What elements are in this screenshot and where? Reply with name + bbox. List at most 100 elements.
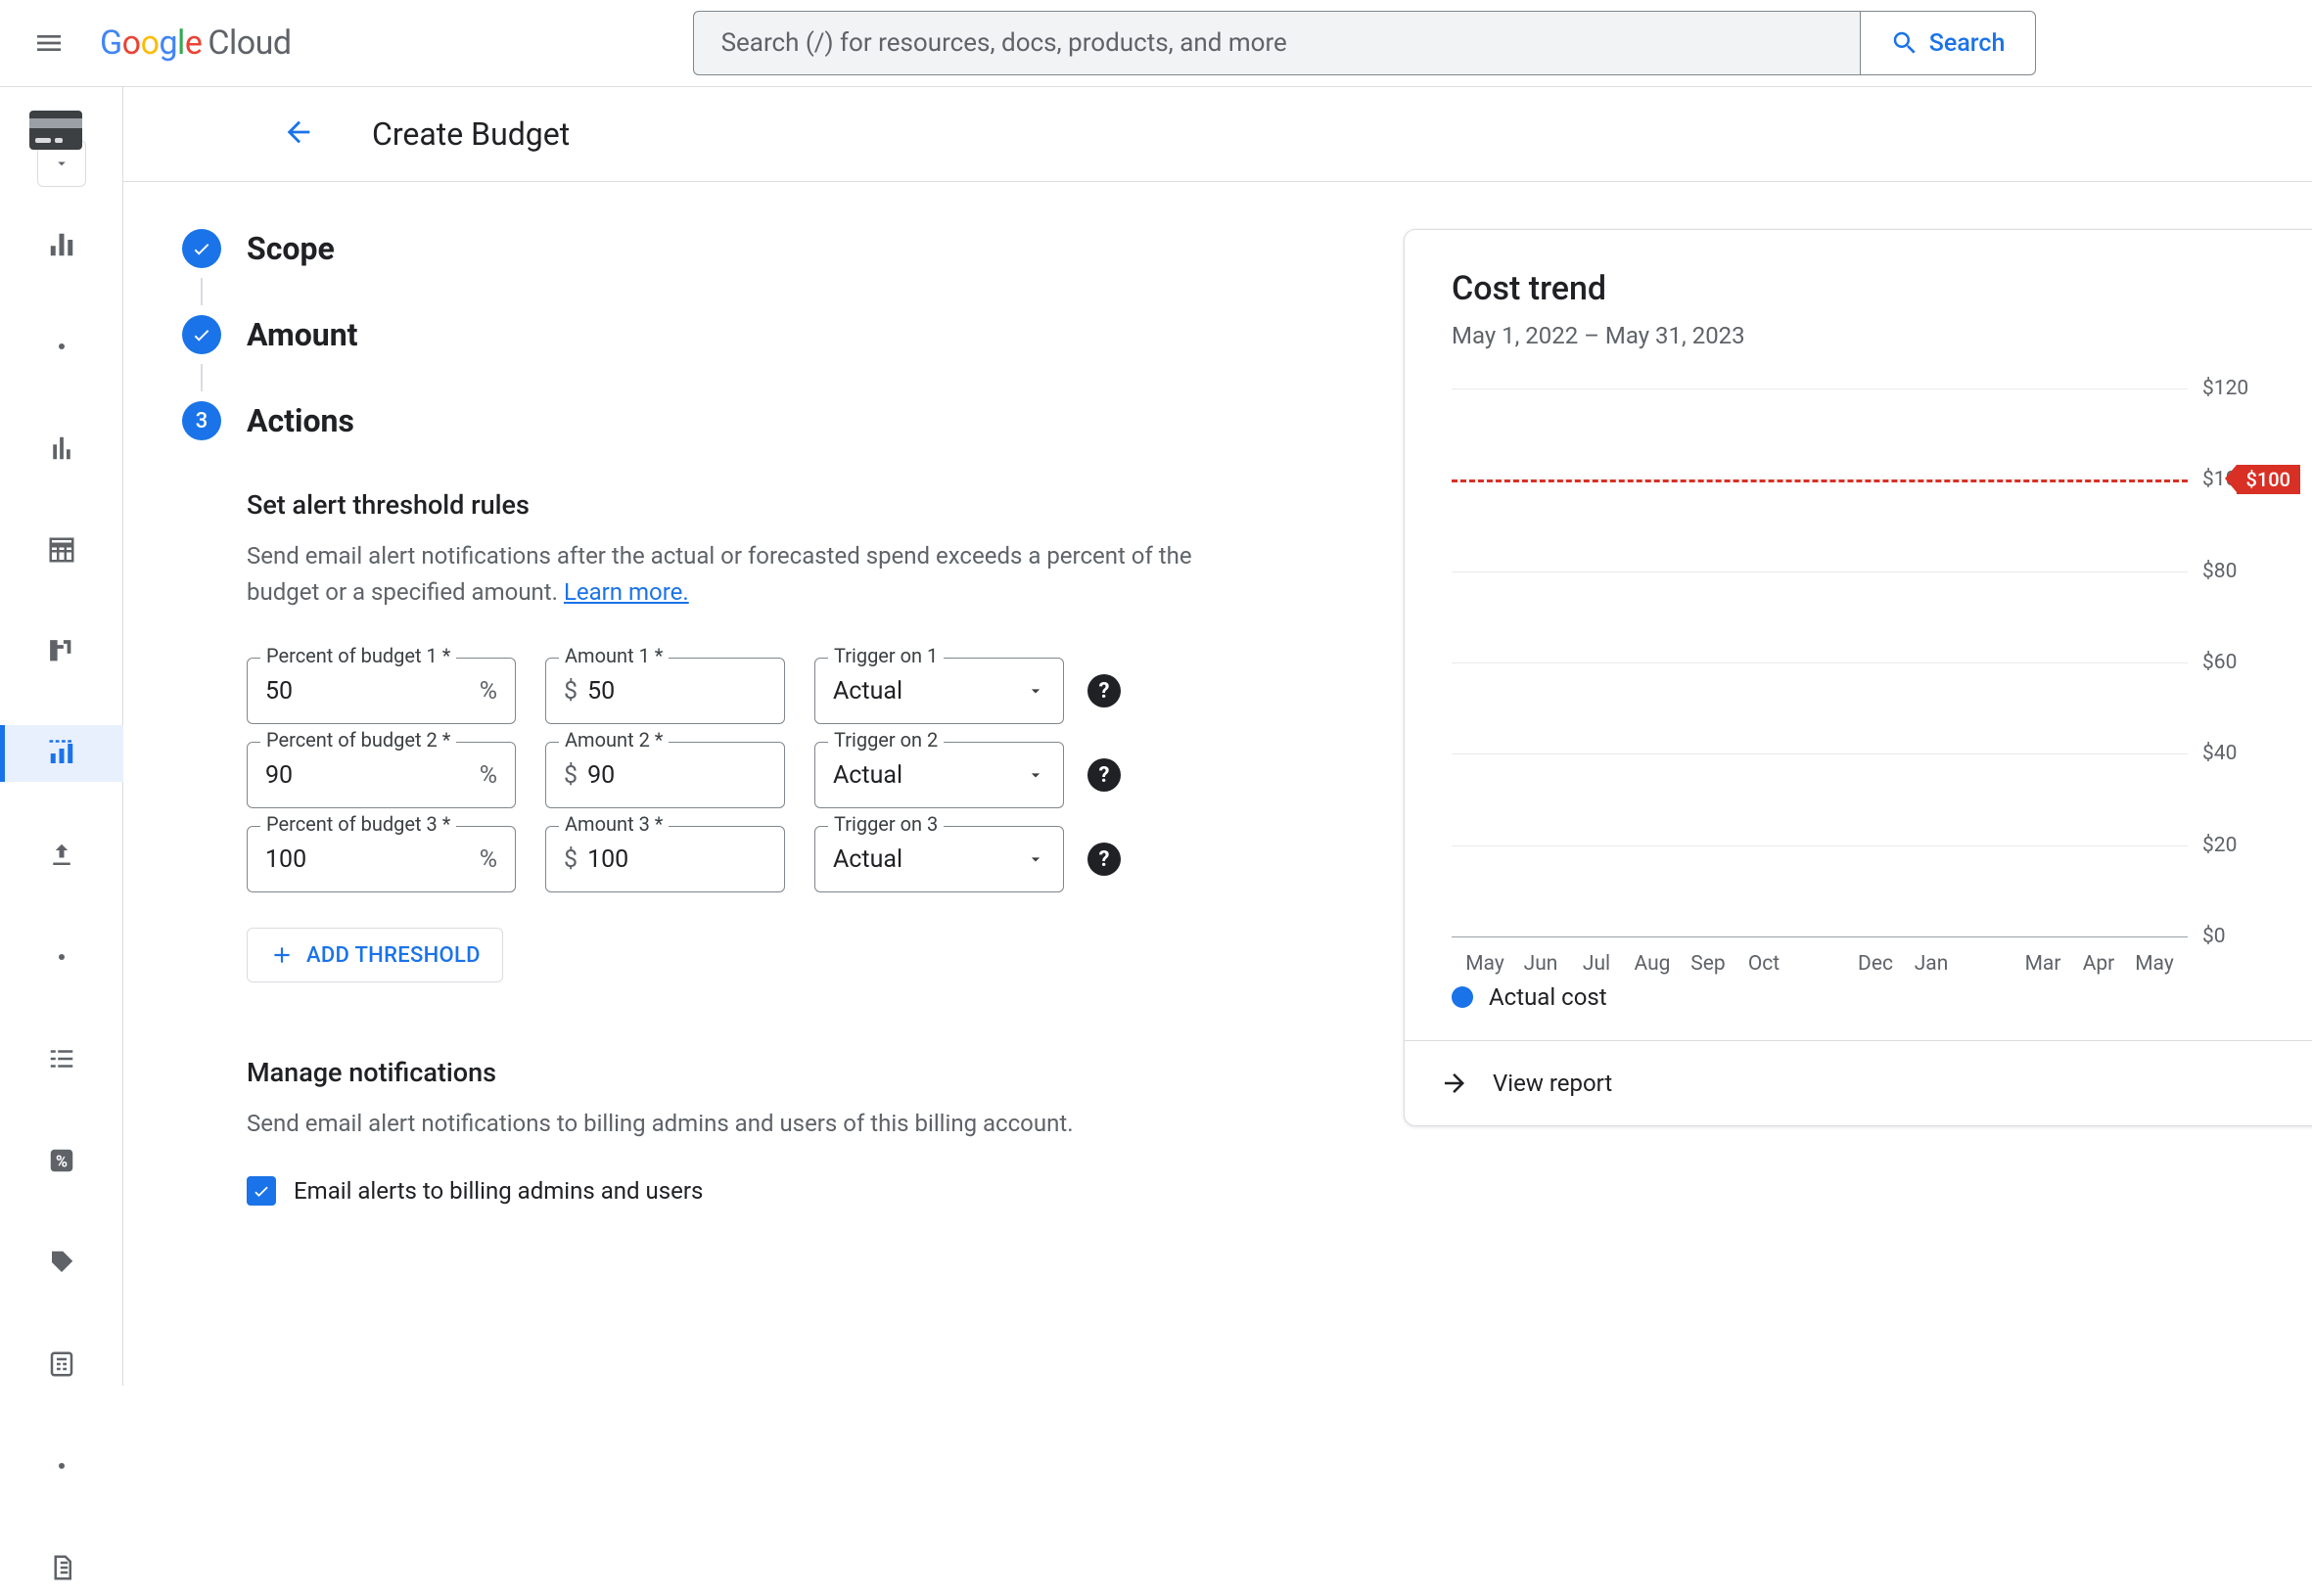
trigger-select[interactable]: Actual: [814, 742, 1064, 808]
x-tick-label: Apr: [2071, 952, 2126, 976]
stepper-connector: [201, 278, 203, 305]
amount-input[interactable]: $90: [545, 742, 785, 808]
arrow-right-icon: [1440, 1069, 1469, 1098]
learn-more-link[interactable]: Learn more.: [564, 578, 689, 606]
trigger-label: Trigger on 1: [828, 644, 944, 667]
nav-percent[interactable]: %: [0, 1132, 123, 1189]
y-tick-label: $40: [2202, 742, 2295, 765]
nav-pricing[interactable]: [0, 623, 123, 680]
search-bar: Search (/) for resources, docs, products…: [693, 11, 2036, 75]
trigger-select[interactable]: Actual: [814, 658, 1064, 724]
search-icon: [1890, 28, 1919, 58]
check-icon: [182, 315, 221, 354]
google-cloud-logo[interactable]: Google Cloud: [100, 23, 292, 63]
email-alerts-label: Email alerts to billing admins and users: [294, 1177, 703, 1205]
x-tick-label: Sep: [1681, 952, 1735, 976]
y-tick-label: $80: [2202, 560, 2295, 583]
search-placeholder: Search (/) for resources, docs, products…: [721, 28, 1287, 58]
gridline: [1452, 571, 2188, 572]
y-tick-label: $20: [2202, 834, 2295, 857]
x-axis: MayJunJulAugSepOct.DecJan.MarAprMay: [1452, 952, 2188, 976]
budget-line: [1452, 479, 2188, 482]
step-actions: 3 Actions: [182, 401, 1357, 440]
nav-tag[interactable]: [0, 1234, 123, 1291]
gridline: [1452, 753, 2188, 754]
y-tick-label: $120: [2202, 377, 2295, 400]
x-tick-label: Oct: [1736, 952, 1791, 976]
x-tick-label: Jan: [1904, 952, 1959, 976]
billing-icon[interactable]: [29, 111, 82, 154]
trigger-select[interactable]: Actual: [814, 826, 1064, 892]
nav-dot-1[interactable]: [0, 318, 123, 375]
help-icon[interactable]: ?: [1087, 674, 1121, 707]
nav-dot-2[interactable]: [0, 929, 123, 985]
step-number-badge: 3: [182, 401, 221, 440]
alert-rules-desc: Send email alert notifications after the…: [247, 538, 1225, 611]
nav-docs[interactable]: [0, 1539, 123, 1596]
threshold-row: Percent of budget 1 * 50% Amount 1 * $50…: [247, 658, 1225, 724]
nav-calc[interactable]: [0, 1336, 123, 1392]
amount-label: Amount 2 *: [559, 728, 669, 752]
y-tick-label: $60: [2202, 651, 2295, 674]
menu-icon[interactable]: [29, 23, 69, 63]
gridline: [1452, 662, 2188, 663]
x-tick-label: Dec: [1848, 952, 1903, 976]
cost-trend-chart: $0$20$40$60$80$100$120$100MayJunJulAugSe…: [1452, 388, 2295, 956]
help-icon[interactable]: ?: [1087, 843, 1121, 876]
step-scope[interactable]: Scope: [182, 229, 1357, 268]
gridline: [1452, 845, 2188, 846]
percent-label: Percent of budget 2 *: [260, 728, 456, 752]
search-input[interactable]: Search (/) for resources, docs, products…: [693, 11, 1860, 75]
amount-label: Amount 3 *: [559, 812, 669, 836]
x-tick-label: May: [2127, 952, 2182, 976]
svg-text:%: %: [55, 1152, 67, 1170]
gridline: [1452, 936, 2188, 937]
x-tick-label: Jul: [1569, 952, 1624, 976]
chart-legend: Actual cost: [1452, 983, 2295, 1011]
trigger-label: Trigger on 3: [828, 812, 944, 836]
percent-input[interactable]: 50%: [247, 658, 516, 724]
percent-input[interactable]: 90%: [247, 742, 516, 808]
nav-overview[interactable]: [0, 216, 123, 273]
x-tick-label: Mar: [2015, 952, 2070, 976]
x-tick-label: May: [1457, 952, 1512, 976]
threshold-row: Percent of budget 2 * 90% Amount 2 * $90…: [247, 742, 1225, 808]
alert-rules-title: Set alert threshold rules: [247, 489, 1225, 521]
help-icon[interactable]: ?: [1087, 758, 1121, 792]
percent-input[interactable]: 100%: [247, 826, 516, 892]
chevron-down-icon: [1026, 681, 1045, 701]
y-tick-label: $0: [2202, 925, 2295, 948]
percent-label: Percent of budget 1 *: [260, 644, 456, 667]
check-icon: [252, 1181, 271, 1201]
cost-trend-title: Cost trend: [1452, 269, 2295, 308]
gridline: [1452, 388, 2188, 389]
nav-list[interactable]: [0, 1030, 123, 1087]
add-threshold-button[interactable]: ADD THRESHOLD: [247, 928, 503, 982]
chevron-down-icon: [1026, 849, 1045, 869]
legend-swatch: [1452, 986, 1473, 1008]
trigger-label: Trigger on 2: [828, 728, 944, 752]
page-header: Create Budget: [123, 87, 2312, 182]
nav-reports[interactable]: [0, 420, 123, 477]
amount-input[interactable]: $50: [545, 658, 785, 724]
step-amount[interactable]: Amount: [182, 315, 1357, 354]
budget-tag: $100: [2237, 465, 2300, 494]
amount-input[interactable]: $100: [545, 826, 785, 892]
amount-label: Amount 1 *: [559, 644, 669, 667]
notify-title: Manage notifications: [247, 1057, 1225, 1088]
view-report-link[interactable]: View report: [1405, 1040, 2312, 1125]
notify-desc: Send email alert notifications to billin…: [247, 1106, 1225, 1142]
email-alerts-checkbox[interactable]: [247, 1176, 276, 1206]
plus-icon: [269, 942, 295, 968]
nav-export[interactable]: [0, 827, 123, 884]
back-button[interactable]: [282, 115, 315, 153]
nav-budgets[interactable]: [0, 725, 123, 782]
cost-trend-range: May 1, 2022 – May 31, 2023: [1452, 322, 2295, 349]
chevron-down-icon: [1026, 765, 1045, 785]
check-icon: [182, 229, 221, 268]
nav-dot-3[interactable]: [0, 1437, 123, 1494]
search-button[interactable]: Search: [1860, 11, 2036, 75]
cost-trend-card: Cost trend May 1, 2022 – May 31, 2023 $0…: [1404, 229, 2312, 1126]
x-tick-label: Aug: [1625, 952, 1680, 976]
nav-table[interactable]: [0, 522, 123, 578]
